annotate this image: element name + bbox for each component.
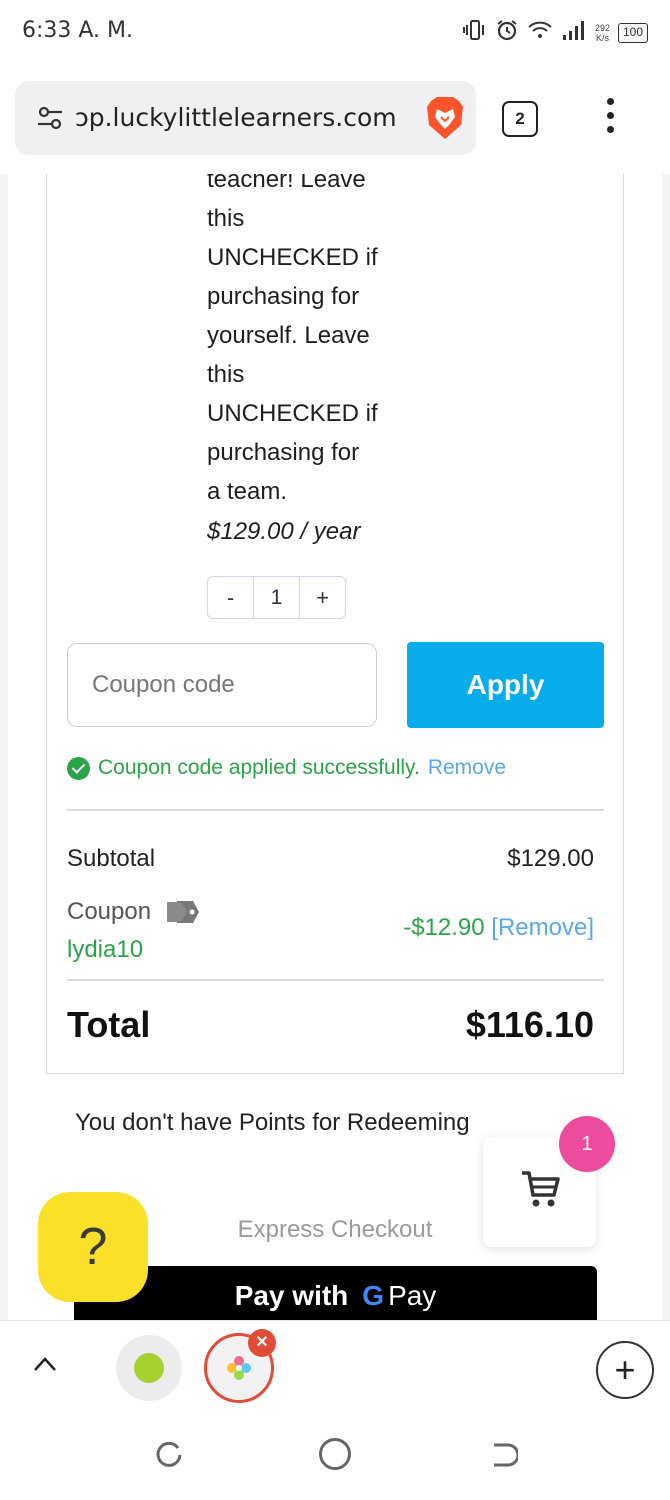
status-time: 6:33 A. M.	[22, 18, 134, 43]
back-icon[interactable]	[488, 1440, 518, 1470]
signal-icon	[561, 19, 587, 46]
price-tag-icon	[167, 901, 200, 923]
more-menu-icon[interactable]	[600, 98, 620, 142]
url-text[interactable]: ɔp.luckylittlelearners.com	[75, 103, 415, 132]
shopping-cart-icon	[522, 1171, 560, 1207]
new-tab-button[interactable]: +	[596, 1341, 654, 1399]
coupon-success-text: Coupon code applied successfully.	[98, 756, 420, 779]
divider	[67, 809, 604, 811]
quantity-increase-button[interactable]: +	[300, 577, 345, 618]
status-icons: 292 K/s 100	[462, 18, 648, 47]
web-page: teacher! Leave this UNCHECKED if purchas…	[0, 174, 670, 1320]
product-price: $129.00 / year	[207, 518, 361, 545]
alarm-icon	[495, 18, 519, 47]
tab-switcher-button[interactable]: 2	[502, 101, 538, 137]
flower-favicon-icon	[227, 1356, 251, 1380]
close-tab-icon[interactable]: ×	[248, 1329, 276, 1357]
net-speed: 292 K/s	[594, 22, 610, 43]
home-button[interactable]	[319, 1438, 351, 1470]
quantity-stepper: - 1 +	[207, 576, 346, 619]
chevron-up-icon[interactable]	[32, 1351, 58, 1377]
quantity-decrease-button[interactable]: -	[208, 577, 253, 618]
total-value: $116.10	[465, 1004, 594, 1045]
status-bar: 6:33 A. M. 292 K/s 100	[0, 0, 670, 66]
coupon-discount-value: -$12.90	[403, 914, 485, 941]
tab-group-chip[interactable]	[116, 1335, 182, 1401]
divider	[67, 979, 604, 981]
system-nav-bar	[0, 1410, 670, 1500]
google-pay-button[interactable]: Pay with G Pay	[74, 1266, 597, 1320]
quantity-value[interactable]: 1	[253, 577, 300, 618]
coupon-discount: -$12.90 [Remove]	[403, 914, 594, 942]
browser-toolbar: ɔp.luckylittlelearners.com 2	[0, 66, 670, 174]
recent-apps-icon[interactable]	[154, 1440, 184, 1470]
coupon-label: Coupon	[67, 897, 201, 927]
applied-coupon-code: lydia10	[67, 936, 144, 963]
brave-lion-icon[interactable]	[423, 95, 467, 141]
product-description: teacher! Leave this UNCHECKED if purchas…	[207, 174, 378, 505]
total-label: Total	[67, 1004, 151, 1045]
site-favicon-icon	[134, 1353, 164, 1383]
apply-coupon-button[interactable]: Apply	[407, 642, 604, 728]
wifi-icon	[527, 19, 553, 46]
points-message: You don't have Points for Redeeming	[75, 1109, 470, 1136]
remove-coupon-link[interactable]: Remove	[428, 756, 506, 780]
cart-count-badge: 1	[559, 1116, 615, 1172]
coupon-code-input[interactable]	[67, 643, 377, 727]
remove-coupon-button[interactable]: [Remove]	[491, 914, 594, 941]
help-button[interactable]: ?	[38, 1192, 148, 1302]
google-g-icon: G	[362, 1280, 385, 1311]
tune-icon[interactable]	[35, 103, 65, 133]
address-bar[interactable]: ɔp.luckylittlelearners.com	[15, 81, 476, 155]
page-container: teacher! Leave this UNCHECKED if purchas…	[8, 174, 662, 1320]
subtotal-value: $129.00	[507, 845, 594, 872]
subtotal-label: Subtotal	[67, 845, 156, 872]
battery-indicator: 100	[617, 22, 648, 43]
check-circle-icon	[67, 756, 90, 780]
vibrate-icon	[462, 19, 487, 46]
browser-bottom-bar: × +	[0, 1320, 670, 1410]
coupon-success-message: Coupon code applied successfully. Remove	[67, 756, 506, 780]
